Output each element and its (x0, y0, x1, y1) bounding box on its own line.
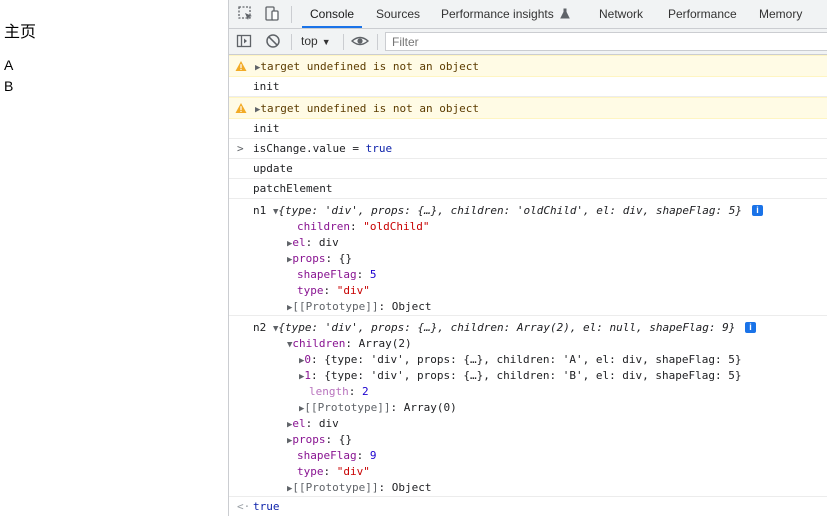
sidebar-toggle-icon[interactable] (236, 33, 252, 49)
property-children[interactable]: ▼children: Array(2) (287, 337, 412, 350)
property-key: props (292, 252, 326, 265)
property-props[interactable]: ▶props: {} (287, 433, 352, 446)
property-key: shapeFlag (297, 449, 357, 462)
devtools-panel: Console Sources Performance insights Net… (228, 0, 827, 516)
array-item-1[interactable]: ▶1: {type: 'div', props: {…}, children: … (299, 369, 742, 382)
array-prototype[interactable]: ▶[[Prototype]]: Array(0) (299, 401, 457, 414)
property-shapeflag: shapeFlag: 5 (297, 268, 377, 281)
property-key: children (297, 220, 350, 233)
console-warning-row: ▶target undefined is not an object (229, 97, 827, 119)
property-value: 5 (369, 268, 377, 281)
console-result-row: <· true (229, 497, 827, 517)
console-warning-row: ▶target undefined is not an object (229, 55, 827, 77)
filter-input[interactable] (385, 32, 827, 51)
console-log-row: init (229, 119, 827, 139)
clear-console-icon[interactable] (265, 33, 281, 49)
console-input-row: > isChange.value = true (229, 139, 827, 159)
property-value: {} (338, 433, 353, 446)
property-value: div (318, 417, 339, 430)
context-selector-label: top (301, 34, 318, 48)
object-summary[interactable]: ▼{type: 'div', props: {…}, children: Arr… (273, 321, 735, 334)
tab-network[interactable]: Network (599, 0, 643, 28)
result-arrow-icon: <· (237, 500, 251, 513)
property-value: "oldChild" (363, 220, 430, 233)
console-log-text: update (253, 162, 293, 175)
console-log-text: init (253, 80, 280, 93)
tab-divider (291, 6, 292, 23)
property-key: type (297, 465, 324, 478)
toolbar-divider (291, 34, 292, 50)
tab-performance-insights[interactable]: Performance insights (441, 0, 570, 28)
property-key: props (292, 433, 326, 446)
property-value: 9 (369, 449, 377, 462)
input-prompt-icon: > (237, 142, 244, 155)
console-log-text: patchElement (253, 182, 333, 195)
info-icon[interactable]: i (752, 205, 763, 216)
object-summary[interactable]: ▼{type: 'div', props: {…}, children: 'ol… (273, 204, 742, 217)
console-result-value: true (253, 500, 280, 513)
live-expression-eye-icon[interactable] (350, 33, 370, 49)
tab-memory[interactable]: Memory (759, 0, 802, 28)
devtools-tabbar: Console Sources Performance insights Net… (229, 0, 827, 29)
property-prototype[interactable]: ▶[[Prototype]]: Object (287, 300, 432, 313)
property-key: type (297, 284, 324, 297)
tab-performance[interactable]: Performance (668, 0, 737, 28)
experiment-flask-icon (560, 8, 570, 19)
tab-performance-insights-label: Performance insights (441, 7, 554, 21)
page-item-b: B (4, 78, 14, 94)
array-length: length: 2 (309, 385, 369, 398)
object-label: n2 (253, 321, 267, 334)
console-object-row-n1: n1 ▼{type: 'div', props: {…}, children: … (229, 199, 827, 316)
toolbar-divider (343, 34, 344, 50)
warning-icon (235, 103, 247, 113)
property-el[interactable]: ▶el: div (287, 417, 339, 430)
property-el[interactable]: ▶el: div (287, 236, 339, 249)
property-type: type: "div" (297, 284, 370, 297)
property-value: div (318, 236, 339, 249)
property-value: {} (338, 252, 353, 265)
property-type: type: "div" (297, 465, 370, 478)
console-log-row: init (229, 77, 827, 97)
device-toolbar-icon[interactable] (263, 5, 281, 23)
page-item-a: A (4, 57, 14, 73)
context-selector[interactable]: top ▼ (301, 34, 331, 48)
property-key: [[Prototype]] (292, 481, 379, 494)
property-key: el (292, 417, 306, 430)
property-props[interactable]: ▶props: {} (287, 252, 352, 265)
info-icon[interactable]: i (745, 322, 756, 333)
property-value: Object (391, 481, 432, 494)
console-input-text[interactable]: isChange.value = true (253, 142, 392, 155)
property-prototype[interactable]: ▶[[Prototype]]: Object (287, 481, 432, 494)
property-key: shapeFlag (297, 268, 357, 281)
console-warning-message[interactable]: ▶target undefined is not an object (255, 60, 479, 73)
console-log-row: patchElement (229, 179, 827, 199)
console-log-text: init (253, 122, 280, 135)
chevron-down-icon: ▼ (321, 37, 331, 47)
tab-sources[interactable]: Sources (376, 0, 420, 28)
warning-icon (235, 61, 247, 71)
property-value: "div" (336, 284, 370, 297)
property-shapeflag: shapeFlag: 9 (297, 449, 377, 462)
property-value: Object (391, 300, 432, 313)
object-label: n1 (253, 204, 267, 217)
page-title: 主页 (4, 22, 37, 41)
console-warning-message[interactable]: ▶target undefined is not an object (255, 102, 479, 115)
property-key: [[Prototype]] (292, 300, 379, 313)
console-log-row: update (229, 159, 827, 179)
property-key: el (292, 236, 306, 249)
toolbar-divider (377, 34, 378, 50)
property-children: children: "oldChild" (297, 220, 430, 233)
tab-console[interactable]: Console (301, 0, 363, 28)
page-viewport: 主页 A B (0, 0, 228, 516)
array-item-0[interactable]: ▶0: {type: 'div', props: {…}, children: … (299, 353, 742, 366)
console-toolbar: top ▼ (229, 29, 827, 55)
inspect-element-icon[interactable] (237, 5, 255, 23)
property-value: "div" (336, 465, 370, 478)
console-output: ▶target undefined is not an object init … (229, 55, 827, 517)
console-object-row-n2: n2 ▼{type: 'div', props: {…}, children: … (229, 316, 827, 497)
